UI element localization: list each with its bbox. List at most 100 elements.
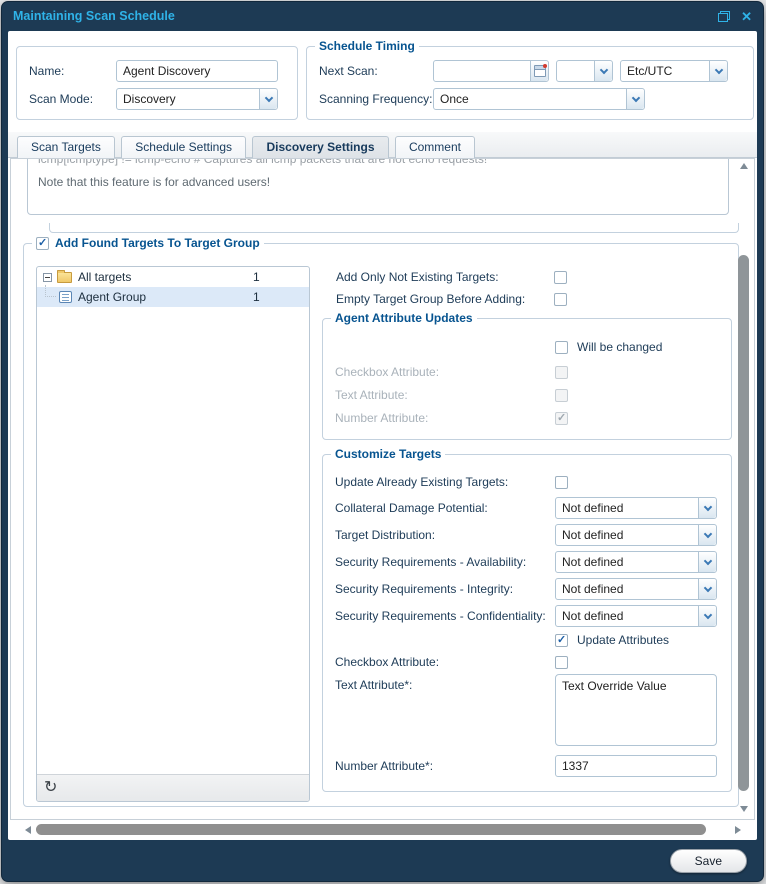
scan-mode-value: Discovery: [123, 92, 176, 106]
name-input[interactable]: [116, 60, 278, 82]
horizontal-scrollbar-thumb[interactable]: [36, 824, 707, 835]
will-be-changed-checkbox[interactable]: [555, 340, 568, 354]
checkbox-attribute-checkbox-disabled: [555, 365, 568, 379]
tree-node-label: Agent Group: [78, 290, 147, 304]
window-buttons: ✕: [718, 10, 752, 23]
number-attribute-override-label: Number Attribute*:: [335, 759, 434, 773]
tree-row-agent-group[interactable]: Agent Group 1: [37, 285, 309, 307]
add-only-checkbox[interactable]: [554, 270, 567, 284]
name-label: Name:: [29, 64, 65, 78]
tab-discovery-settings[interactable]: Discovery Settings: [252, 136, 389, 159]
scanning-frequency-select[interactable]: Once: [433, 88, 645, 110]
empty-before-label: Empty Target Group Before Adding:: [336, 292, 526, 306]
vertical-scrollbar-thumb[interactable]: [738, 255, 749, 791]
next-scan-date-field[interactable]: [433, 60, 549, 82]
update-existing-checkbox[interactable]: [555, 475, 568, 489]
refresh-icon[interactable]: ↻: [44, 780, 57, 796]
text-attribute-label: Text Attribute:: [335, 388, 408, 402]
dropdown-trigger[interactable]: [698, 606, 716, 626]
update-attributes-checkbox[interactable]: [555, 633, 568, 647]
date-picker-trigger[interactable]: [530, 61, 548, 81]
number-attribute-row: Number Attribute:: [335, 411, 568, 425]
next-scan-date-value: [434, 61, 530, 81]
tree-node-count: 1: [253, 290, 260, 304]
discovery-description-box[interactable]: icmp[icmptype] != icmp-echo # Captures a…: [27, 158, 729, 215]
add-only-label: Add Only Not Existing Targets:: [336, 270, 499, 284]
collapse-icon[interactable]: [43, 272, 52, 282]
empty-before-checkbox[interactable]: [554, 292, 567, 306]
text-attribute-override-label: Text Attribute*:: [335, 678, 413, 692]
empty-before-row: Empty Target Group Before Adding:: [336, 292, 567, 306]
security-integrity-select[interactable]: Not defined: [555, 578, 717, 600]
dropdown-trigger[interactable]: [698, 525, 716, 545]
dropdown-trigger[interactable]: [698, 579, 716, 599]
security-availability-select[interactable]: Not defined: [555, 551, 717, 573]
title-bar[interactable]: Maintaining Scan Schedule ✕: [2, 2, 763, 30]
scanning-frequency-value: Once: [440, 92, 469, 106]
target-distribution-label: Target Distribution:: [335, 528, 436, 542]
window-title: Maintaining Scan Schedule: [13, 9, 175, 23]
horizontal-scrollbar-track[interactable]: [34, 824, 732, 836]
collateral-damage-value: Not defined: [562, 501, 624, 515]
chevron-down-icon: [599, 65, 608, 74]
vertical-scrollbar[interactable]: [737, 161, 751, 816]
chevron-down-icon: [703, 529, 712, 538]
checkbox-attribute-override-checkbox[interactable]: [555, 655, 568, 669]
tab-scan-targets[interactable]: Scan Targets: [17, 136, 115, 159]
next-scan-time-select[interactable]: [556, 60, 613, 82]
next-scan-time-value: [557, 61, 594, 81]
number-attribute-override-input[interactable]: [555, 755, 717, 777]
general-fieldset: Name: Scan Mode: Discovery: [16, 46, 298, 120]
next-scan-label: Next Scan:: [319, 64, 378, 78]
target-distribution-select[interactable]: Not defined: [555, 524, 717, 546]
dropdown-trigger[interactable]: [698, 498, 716, 518]
close-icon[interactable]: ✕: [741, 10, 752, 23]
chevron-down-icon: [703, 556, 712, 565]
update-existing-label: Update Already Existing Targets:: [335, 475, 509, 489]
checkbox-attribute-row: Checkbox Attribute:: [335, 365, 568, 379]
collateral-damage-label: Collateral Damage Potential:: [335, 501, 488, 515]
update-attributes-row: Update Attributes: [555, 633, 669, 647]
update-existing-row: Update Already Existing Targets:: [335, 475, 568, 489]
calendar-icon: [533, 64, 547, 77]
tab-schedule-settings[interactable]: Schedule Settings: [121, 136, 247, 159]
scroll-right-icon[interactable]: [735, 826, 741, 834]
text-attribute-override-textarea[interactable]: Text Override Value: [555, 674, 717, 746]
dropdown-trigger[interactable]: [259, 89, 277, 109]
dialog-content: Name: Scan Mode: Discovery Schedule Timi…: [8, 31, 757, 840]
security-confidentiality-select[interactable]: Not defined: [555, 605, 717, 627]
update-attributes-label: Update Attributes: [577, 633, 670, 647]
scroll-left-icon[interactable]: [25, 826, 31, 834]
tree-elbow-line: [45, 285, 56, 297]
tree-node-label: All targets: [78, 270, 132, 284]
scroll-up-icon[interactable]: [740, 163, 748, 169]
tree-row-all-targets[interactable]: All targets 1: [37, 267, 309, 287]
section-bottom-border: [49, 223, 739, 233]
clipped-text-line: icmp[icmptype] != icmp-echo # Captures a…: [38, 158, 488, 166]
dropdown-trigger[interactable]: [709, 61, 727, 81]
tab-comment[interactable]: Comment: [394, 136, 475, 159]
collateral-damage-select[interactable]: Not defined: [555, 497, 717, 519]
security-confidentiality-row: Security Requirements - Confidentiality:…: [335, 605, 717, 627]
folder-open-icon: [57, 269, 72, 283]
target-group-legend-label: Add Found Targets To Target Group: [55, 236, 260, 250]
scan-mode-label: Scan Mode:: [29, 92, 94, 106]
add-found-targets-checkbox[interactable]: [36, 236, 49, 251]
text-attribute-checkbox-disabled: [555, 388, 568, 402]
dropdown-trigger[interactable]: [698, 552, 716, 572]
save-button[interactable]: Save: [669, 849, 747, 873]
security-availability-label: Security Requirements - Availability:: [335, 555, 527, 569]
security-availability-value: Not defined: [562, 555, 624, 569]
security-confidentiality-value: Not defined: [562, 609, 624, 623]
discovery-settings-panel: icmp[icmptype] != icmp-echo # Captures a…: [10, 158, 755, 820]
horizontal-scrollbar[interactable]: [22, 822, 744, 838]
scan-mode-select[interactable]: Discovery: [116, 88, 278, 110]
customize-targets-legend: Customize Targets: [331, 447, 446, 462]
timezone-select[interactable]: Etc/UTC: [620, 60, 728, 82]
target-group-icon: [59, 291, 72, 303]
target-group-tree[interactable]: All targets 1 Agent Group 1 ↻: [36, 266, 310, 802]
scroll-down-icon[interactable]: [740, 806, 748, 812]
restore-icon[interactable]: [718, 10, 731, 22]
dropdown-trigger[interactable]: [626, 89, 644, 109]
dropdown-trigger[interactable]: [594, 61, 612, 81]
